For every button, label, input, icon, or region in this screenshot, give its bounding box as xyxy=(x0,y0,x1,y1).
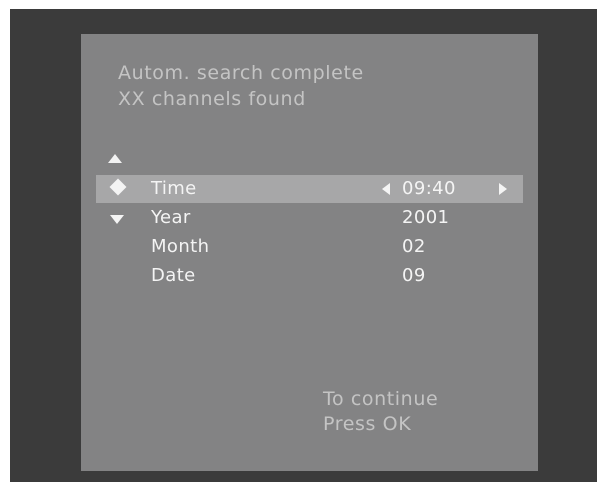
menu-item-label: Year xyxy=(151,207,191,228)
menu-item-label: Date xyxy=(151,265,196,286)
menu-item-year[interactable]: Year 2001 xyxy=(96,204,523,232)
channels-found-text: XX channels found xyxy=(118,88,306,110)
menu-item-label: Time xyxy=(151,178,197,199)
date-value: 09 xyxy=(402,265,426,286)
press-ok-hint-text: Press OK xyxy=(323,413,412,435)
search-status-text: Autom. search complete xyxy=(118,62,364,84)
increase-arrow-icon[interactable] xyxy=(499,183,507,195)
menu-item-label: Month xyxy=(151,236,210,257)
scroll-up-icon[interactable] xyxy=(108,154,122,163)
scroll-down-icon[interactable] xyxy=(110,215,124,224)
menu-item-date[interactable]: Date 09 xyxy=(96,262,523,290)
menu-item-time[interactable]: Time 09:40 xyxy=(96,175,523,203)
month-value: 02 xyxy=(402,236,426,257)
menu-item-month[interactable]: Month 02 xyxy=(96,233,523,261)
time-value[interactable]: 09:40 xyxy=(402,178,456,199)
continue-hint-text: To continue xyxy=(323,388,439,410)
year-value: 2001 xyxy=(402,207,450,228)
decrease-arrow-icon[interactable] xyxy=(382,183,390,195)
navigate-diamond-icon xyxy=(109,178,127,196)
